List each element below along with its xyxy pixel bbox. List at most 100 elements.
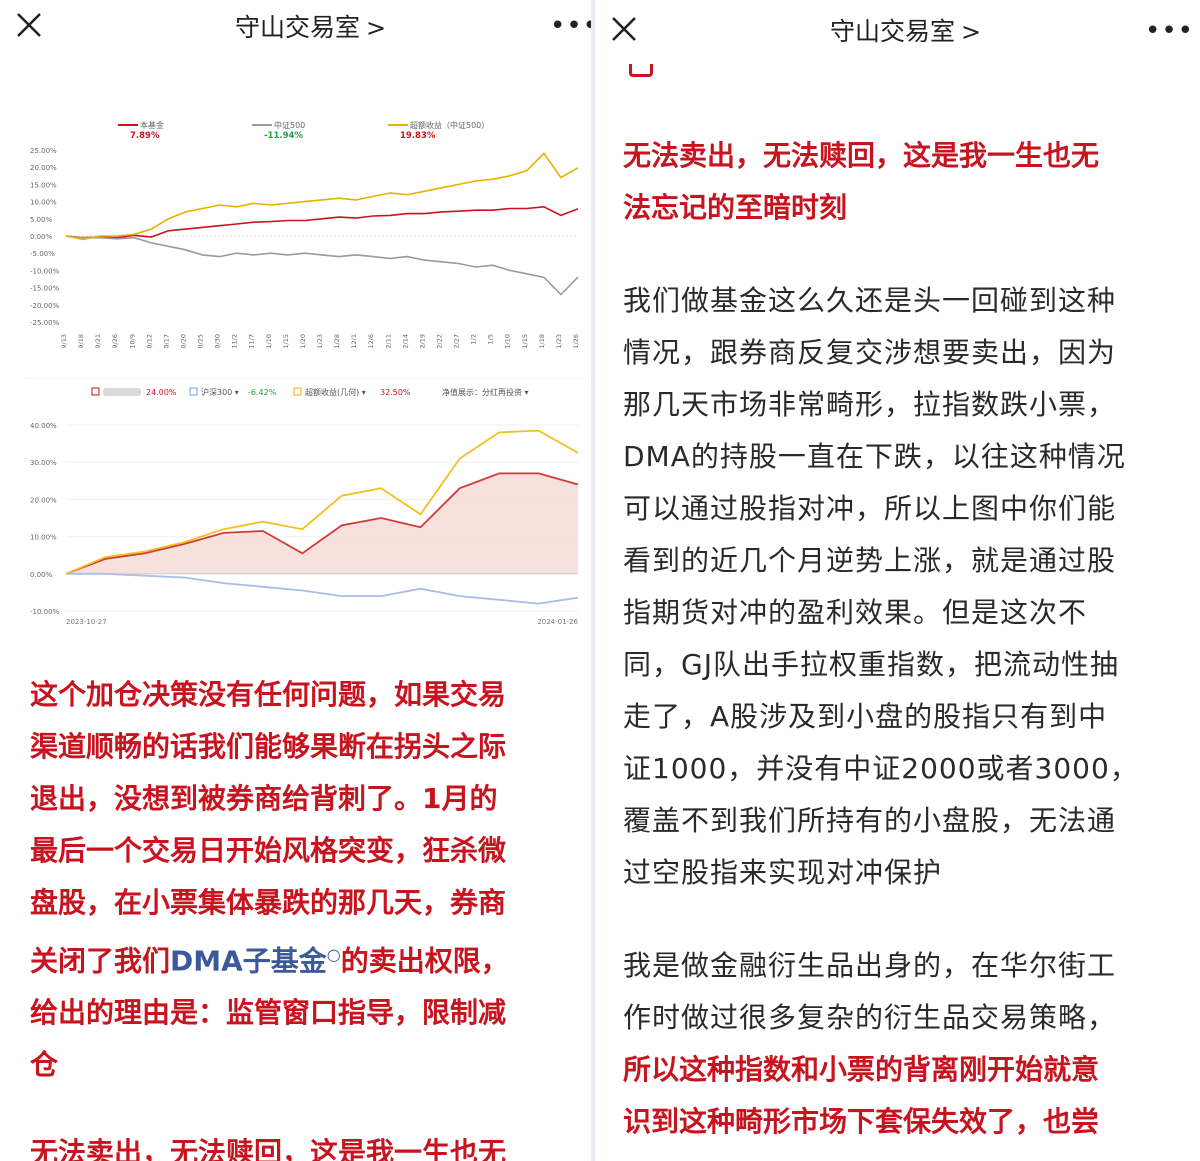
x-tick-label: 1/26	[572, 334, 580, 348]
text-line: 法忘记的至暗时刻	[623, 191, 848, 224]
text-line: 给出的理由是：监管窗口指导，限制减	[30, 996, 507, 1030]
account-title[interactable]: 守山交易室 >	[830, 12, 981, 48]
x-tick-label: 10/12	[145, 334, 153, 348]
x-tick-label: 1/2	[470, 334, 478, 344]
legend-value: 7.89%	[130, 131, 160, 141]
legend-label: 沪深300 ▾	[201, 387, 239, 397]
x-tick-label: 1/23	[555, 334, 563, 348]
x-tick-label: 9/18	[77, 334, 85, 348]
legend-extra: 净值展示：分红再投资 ▾	[442, 387, 529, 397]
text-line: 过空股指来实现对冲保护	[623, 856, 943, 889]
legend-checkbox	[91, 387, 100, 396]
x-tick-label: 10/17	[162, 334, 170, 348]
text-line: 退出，没想到被券商给背刺了。1月的	[30, 782, 498, 815]
performance-chart-1: 本基金 7.89% 中证500 -11.94% 超额收益（中证500） 19.83% 25.…	[26, 112, 586, 353]
cut-off-heading: 无法卖出，无法赎回，这是我一生也无	[30, 1136, 507, 1161]
x-tick-label: 10/30	[214, 334, 222, 348]
legend-checkbox	[293, 387, 302, 396]
text-line: 关闭了我们DMA子基金○的卖出权限，	[30, 929, 590, 987]
chart2-svg: 24.00% 沪深300 ▾ -6.42% 超额收益(几何) ▾ 32.50% 净值展示：…	[30, 387, 579, 626]
paragraph-2: 我是做金融衍生品出身的，在华尔街工 作时做过很多复杂的衍生品交易策略，	[623, 940, 1193, 1044]
more-icon[interactable]: •••	[1145, 18, 1194, 44]
text-line: 识到这种畸形市场下套保失效了，也尝	[623, 1105, 1100, 1138]
text-span: 的卖出权限，	[340, 944, 509, 978]
x-tick-label: 12/14	[401, 334, 409, 348]
x-tick-label: 1/15	[521, 334, 529, 348]
account-name: 守山交易室	[830, 17, 956, 46]
y-tick-label: 0.00%	[30, 571, 53, 579]
legend-checkbox	[189, 387, 198, 396]
account-name: 守山交易室	[235, 13, 361, 42]
x-tick-label: 10/20	[179, 334, 187, 348]
y-tick-label: 15.00%	[30, 181, 57, 189]
text-line: 我们做基金这么久还是头一回碰到这种	[623, 284, 1117, 317]
chevron-right-icon: >	[961, 18, 982, 46]
y-tick-label: 10.00%	[30, 534, 57, 542]
fund-area	[66, 473, 578, 574]
red-heading: 无法卖出，无法赎回，这是我一生也无 法忘记的至暗时刻	[623, 130, 1193, 234]
series-line	[65, 205, 579, 239]
text-line: 所以这种指数和小票的背离刚开始就意	[623, 1053, 1100, 1086]
y-tick-label: 5.00%	[30, 216, 53, 224]
x-tick-label: 1/10	[504, 334, 512, 348]
legend-value: -6.42%	[248, 388, 277, 397]
x-tick-label: 12/22	[435, 334, 443, 348]
legend-label: 超额收益（中证500）	[410, 120, 489, 130]
text-line: 同，GJ队出手拉权重指数，把流动性抽	[623, 648, 1119, 681]
paragraph-1: 我们做基金这么久还是头一回碰到这种 情况，跟券商反复交涉想要卖出，因为 那几天市…	[623, 275, 1193, 899]
x-tick-label: 11/28	[333, 334, 341, 348]
y-tick-label: 10.00%	[30, 199, 57, 207]
x-start-label: 2023-10-27	[66, 618, 107, 626]
close-icon[interactable]	[609, 14, 639, 44]
x-tick-label: 9/26	[111, 334, 119, 348]
chevron-right-icon: >	[366, 14, 387, 42]
close-icon[interactable]	[14, 10, 44, 40]
search-icon[interactable]: ○	[327, 945, 341, 964]
y-tick-label: 30.00%	[30, 459, 57, 467]
x-tick-label: 11/7	[248, 334, 256, 348]
y-tick-label: 20.00%	[30, 496, 57, 504]
text-line: 证1000，并没有中证2000或者3000，	[623, 752, 1139, 785]
y-tick-label: -10.00%	[30, 267, 60, 275]
y-tick-label: -25.00%	[30, 319, 60, 327]
legend-label: 中证500	[274, 120, 305, 130]
left-top-bar: 守山交易室> •••	[0, 0, 591, 58]
y-tick-label: 25.00%	[30, 147, 57, 155]
text-line: 这个加仓决策没有任何问题，如果交易	[30, 678, 507, 711]
x-tick-label: 11/15	[282, 334, 290, 348]
x-tick-label: 11/23	[316, 334, 324, 348]
y-tick-label: -10.00%	[30, 608, 60, 616]
performance-chart-2: 24.00% 沪深300 ▾ -6.42% 超额收益(几何) ▾ 32.50% 净值展示：…	[26, 378, 586, 629]
legend-value: 19.83%	[400, 131, 436, 141]
more-icon[interactable]: •••	[550, 13, 591, 39]
text-line: DMA的持股一直在下跌，以往这种情况	[623, 440, 1126, 473]
series-line	[65, 235, 579, 296]
x-tick-label: 12/1	[350, 334, 358, 348]
dma-fund-link[interactable]: DMA子基金	[170, 944, 327, 977]
text-line: 情况，跟券商反复交涉想要卖出，因为	[623, 336, 1117, 369]
legend-value: 32.50%	[380, 388, 411, 397]
legend-value: -11.94%	[264, 131, 303, 141]
text-line: 无法卖出，无法赎回，这是我一生也无	[623, 139, 1100, 172]
series-line	[66, 572, 579, 605]
x-end-label: 2024-01-26	[537, 618, 578, 626]
x-tick-label: 11/20	[299, 334, 307, 348]
y-tick-label: 0.00%	[30, 233, 53, 241]
paragraph-2-red: 所以这种指数和小票的背离刚开始就意 识到这种畸形市场下套保失效了，也尝	[623, 1044, 1193, 1148]
text-line: 我是做金融衍生品出身的，在华尔街工	[623, 949, 1117, 982]
account-title[interactable]: 守山交易室 >	[235, 8, 386, 44]
legend-label: 超额收益(几何) ▾	[305, 387, 366, 397]
left-article-pane: 守山交易室> ••• 本基金7.89% 中证500-11.94% 超额收益（中证50…	[0, 0, 591, 1161]
text-line: 走了，A股涉及到小盘的股指只有到中	[623, 700, 1108, 733]
text-line: 可以通过股指对冲，所以上图中你们能	[623, 492, 1117, 525]
text-span: 关闭了我们	[30, 944, 171, 978]
x-tick-label: 10/9	[128, 334, 136, 348]
x-tick-label: 1/18	[538, 334, 546, 348]
x-tick-label: 9/13	[60, 334, 68, 348]
red-paragraph: 这个加仓决策没有任何问题，如果交易 渠道顺畅的话我们能够果断在拐头之际 退出，没…	[30, 669, 590, 1091]
text-line: 那几天市场非常畸形，拉指数跌小票，	[623, 388, 1117, 421]
x-tick-label: 12/19	[418, 334, 426, 348]
x-tick-label: 11/10	[265, 334, 273, 348]
x-tick-label: 11/2	[231, 334, 239, 348]
x-tick-label: 12/11	[384, 334, 392, 348]
